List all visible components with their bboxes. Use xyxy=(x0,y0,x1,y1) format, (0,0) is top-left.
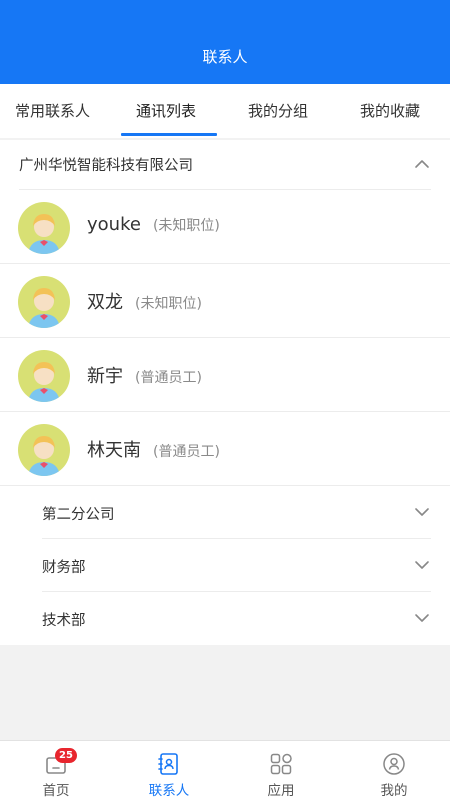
bottom-nav: 25 首页 联系人 应用 我的 xyxy=(0,740,450,800)
contact-role: (未知职位) xyxy=(152,218,220,234)
page-title: 联系人 xyxy=(202,48,248,66)
contact-name: youke (未知职位) xyxy=(87,214,220,235)
notification-badge: 25 xyxy=(55,748,77,763)
tab-contact-list[interactable]: 通讯列表 xyxy=(136,100,196,121)
app-header: 联系人 xyxy=(0,0,450,84)
chevron-down-icon[interactable] xyxy=(414,610,430,626)
company-group-header[interactable]: 广州华悦智能科技有限公司 xyxy=(0,140,450,190)
tab-frequent-contacts[interactable]: 常用联系人 xyxy=(15,100,90,121)
active-tab-indicator xyxy=(121,133,217,136)
nav-label: 我的 xyxy=(380,783,408,799)
contact-row[interactable]: 新宇 (普通员工) xyxy=(0,338,450,412)
tab-bar: 常用联系人 通讯列表 我的分组 我的收藏 xyxy=(0,84,450,138)
tab-my-favorites[interactable]: 我的收藏 xyxy=(360,100,420,121)
nav-label: 联系人 xyxy=(148,783,190,799)
contact-role: (未知职位) xyxy=(135,296,202,312)
nav-apps[interactable]: 应用 xyxy=(225,741,337,800)
nav-profile[interactable]: 我的 xyxy=(338,741,450,800)
nav-label: 应用 xyxy=(267,783,295,799)
contact-name: 新宇 (普通员工) xyxy=(87,362,202,388)
contact-role: (普通员工) xyxy=(153,444,220,460)
subgroup-name: 第二分公司 xyxy=(42,507,115,523)
chevron-down-icon[interactable] xyxy=(414,504,430,520)
avatar-icon xyxy=(18,276,70,328)
avatar-icon xyxy=(18,350,70,402)
contact-name-text: 林天南 xyxy=(87,440,141,461)
nav-label: 首页 xyxy=(42,783,70,799)
subgroup-second-branch[interactable]: 第二分公司 xyxy=(0,486,450,539)
contact-name-text: 双龙 xyxy=(87,292,123,313)
contact-row[interactable]: 林天南 (普通员工) xyxy=(0,412,450,486)
nav-contacts[interactable]: 联系人 xyxy=(113,741,225,800)
apps-grid-icon xyxy=(270,753,292,775)
chevron-down-icon[interactable] xyxy=(414,557,430,573)
nav-home[interactable]: 25 首页 xyxy=(0,741,112,800)
contact-name: 双龙 (未知职位) xyxy=(87,288,202,314)
company-name: 广州华悦智能科技有限公司 xyxy=(19,158,193,174)
subgroup-name: 财务部 xyxy=(42,560,86,576)
tab-my-groups[interactable]: 我的分组 xyxy=(248,100,308,121)
subgroup-tech[interactable]: 技术部 xyxy=(0,592,450,645)
subgroup-name: 技术部 xyxy=(42,613,86,629)
contact-name-text: youke xyxy=(87,214,141,235)
avatar-icon xyxy=(18,424,70,476)
contact-name: 林天南 (普通员工) xyxy=(87,436,220,462)
avatar-icon xyxy=(18,202,70,254)
profile-icon xyxy=(383,753,405,775)
contact-role: (普通员工) xyxy=(135,370,202,386)
contacts-icon xyxy=(158,753,178,775)
contact-row[interactable]: youke (未知职位) xyxy=(0,190,450,264)
contact-row[interactable]: 双龙 (未知职位) xyxy=(0,264,450,338)
chevron-up-icon[interactable] xyxy=(414,156,430,172)
subgroup-finance[interactable]: 财务部 xyxy=(0,539,450,592)
contact-name-text: 新宇 xyxy=(87,366,123,387)
